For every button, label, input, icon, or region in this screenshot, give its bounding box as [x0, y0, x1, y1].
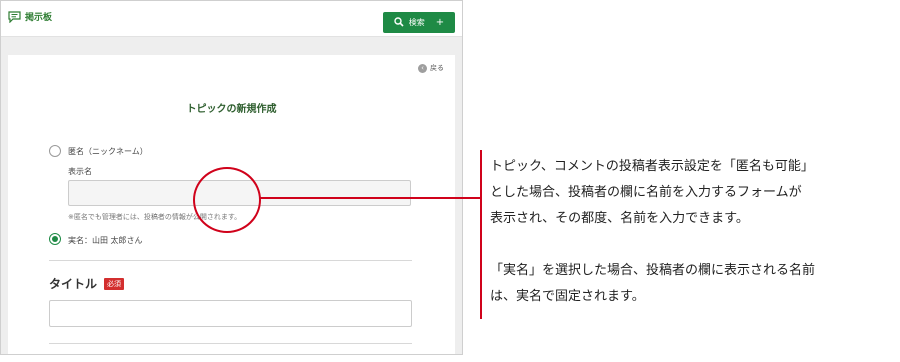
- display-name-label: 表示名: [68, 167, 92, 176]
- search-button[interactable]: 検索 +: [383, 12, 455, 33]
- page-title: トピックの新規作成: [186, 104, 277, 115]
- anonymous-option-label: 匿名（ニックネーム）: [68, 147, 148, 156]
- back-link[interactable]: ‹ 戻る: [418, 63, 444, 73]
- callout-bar: [480, 150, 482, 319]
- explanation-line-3: 表示され、その都度、名前を入力できます。: [490, 211, 749, 226]
- app-title-text: 掲示板: [25, 13, 53, 23]
- title-label: タイトル: [49, 277, 98, 291]
- divider: [49, 343, 412, 344]
- back-label: 戻る: [430, 64, 444, 72]
- callout-line: [260, 197, 482, 199]
- anonymous-radio[interactable]: [49, 145, 61, 157]
- explanation-line-5: は、実名で固定されます。: [490, 289, 645, 304]
- search-icon: [394, 16, 404, 29]
- app-title: 掲示板: [8, 10, 52, 23]
- back-icon: ‹: [418, 63, 427, 73]
- explanation-line-4: 「実名」を選択した場合、投稿者の欄に表示される名前: [490, 263, 816, 278]
- real-name-option-label: 実名：山田 太郎さん: [68, 236, 143, 245]
- explanation-line-2: とした場合、投稿者の欄に名前を入力するフォームが: [490, 185, 802, 200]
- explanation-line-1: トピック、コメントの投稿者表示設定を「匿名も可能」: [490, 159, 814, 174]
- add-button[interactable]: +: [436, 17, 444, 28]
- real-name-radio[interactable]: [49, 233, 61, 245]
- search-label: 検索: [408, 18, 425, 27]
- top-bar: 掲示板 検索 +: [1, 1, 462, 37]
- bulletin-board-icon: [8, 10, 21, 23]
- divider: [49, 260, 412, 261]
- callout-circle: [193, 167, 261, 233]
- title-input[interactable]: [49, 300, 412, 327]
- required-badge: 必須: [104, 278, 124, 290]
